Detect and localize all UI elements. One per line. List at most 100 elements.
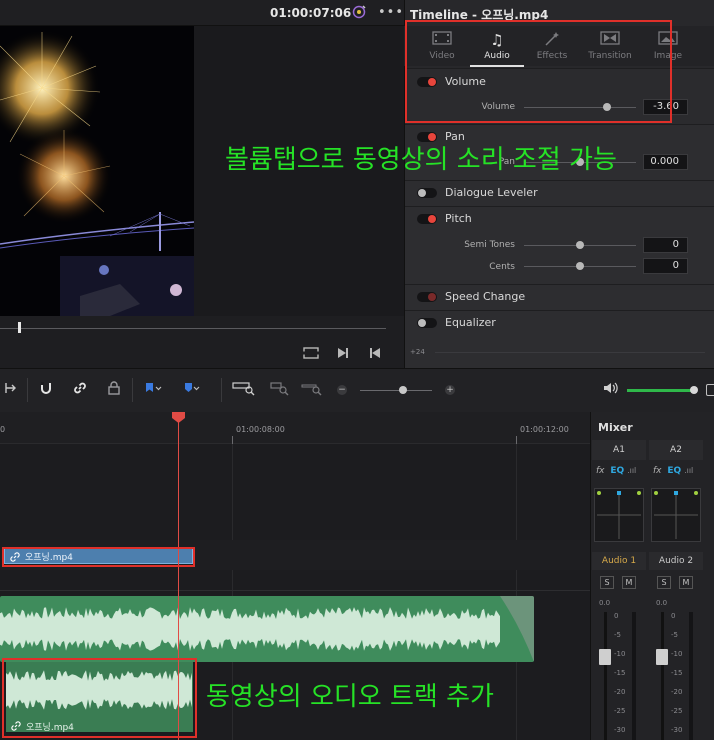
play-next-icon[interactable] — [334, 346, 352, 362]
fader-scale-label: -20 — [614, 688, 626, 696]
channel-a1-meter — [632, 612, 636, 740]
meter-icon[interactable] — [706, 384, 714, 396]
snapping-icon[interactable] — [35, 380, 57, 400]
channel-a2-fx-row[interactable]: fx EQ .ııl — [653, 466, 707, 486]
grid-line — [516, 444, 517, 740]
channel-a1-header: A1 — [592, 440, 646, 460]
fader-scale-label: -25 — [614, 707, 626, 715]
audio-clip-highlight-box — [2, 658, 197, 738]
pitch-toggle[interactable] — [417, 214, 437, 224]
eq-label[interactable]: EQ — [610, 466, 624, 476]
channel-a1-level: 0.0 — [599, 599, 611, 607]
fader-scale-label: -15 — [671, 669, 683, 677]
semi-tones-label: Semi Tones — [464, 240, 515, 250]
fader-scale-label: -30 — [614, 726, 626, 734]
flag-blue-icon[interactable] — [180, 380, 202, 400]
fader-scale-label: -5 — [614, 631, 621, 639]
fader-scale-label: -20 — [671, 688, 683, 696]
channel-a2-fader-knob[interactable] — [656, 649, 668, 665]
video-preview — [0, 26, 194, 316]
scrub-track — [0, 328, 386, 329]
toolbar-divider — [132, 378, 133, 402]
timeline-annotation: 동영상의 오디오 트랙 추가 — [206, 682, 494, 712]
channel-a1-mute-button[interactable]: M — [622, 576, 636, 589]
channel-a1-fader-track[interactable] — [604, 612, 607, 740]
ruler-tick — [516, 436, 517, 444]
zoom-in-icon[interactable]: + — [445, 385, 455, 395]
master-volume-track[interactable] — [627, 389, 695, 392]
channel-a2-meter — [689, 612, 693, 740]
channel-a1-solo-button[interactable]: S — [600, 576, 614, 589]
equalizer-label: Equalizer — [445, 316, 496, 329]
channel-a2-header: A2 — [649, 440, 703, 460]
zoom-slider-track[interactable] — [360, 390, 432, 391]
eq-label[interactable]: EQ — [667, 466, 681, 476]
dialogue-leveler-toggle[interactable] — [417, 188, 437, 198]
viewer-timecode: 01:00:07:06 — [270, 6, 352, 20]
more-icon[interactable]: ••• — [378, 4, 403, 22]
zoom-custom-icon[interactable] — [299, 380, 325, 400]
trim-tool-icon[interactable] — [0, 380, 22, 400]
color-picker-icon[interactable] — [350, 4, 368, 22]
cents-value-field[interactable]: 0 — [643, 258, 688, 274]
meter-bars-icon: .ııl — [627, 466, 637, 475]
channel-a1-pan-control[interactable] — [594, 488, 644, 542]
fader-scale-label: -10 — [671, 650, 683, 658]
channel-a2-solo-button[interactable]: S — [657, 576, 671, 589]
inspector-annotation: 볼륨탭으로 동영상의 소리 조절 가능 — [225, 145, 617, 175]
audio-clip-existing[interactable] — [0, 596, 534, 662]
marker-blue-icon[interactable] — [142, 380, 164, 400]
channel-a1-fader-knob[interactable] — [599, 649, 611, 665]
eq-scale-label: +24 — [410, 348, 425, 356]
ruler-tick — [232, 436, 233, 444]
zoom-full-icon[interactable] — [231, 380, 257, 400]
viewer-scrub-bar[interactable] — [0, 316, 404, 342]
speed-change-toggle[interactable] — [417, 292, 437, 302]
speed-change-label: Speed Change — [445, 290, 526, 303]
master-volume-knob[interactable] — [690, 386, 698, 394]
fader-scale-label: -15 — [614, 669, 626, 677]
cents-slider-knob[interactable] — [576, 262, 584, 270]
channel-a2-level: 0.0 — [656, 599, 668, 607]
fx-label[interactable]: fx — [596, 466, 605, 476]
scrub-handle[interactable] — [18, 322, 21, 333]
fader-scale-label: -5 — [671, 631, 678, 639]
fader-scale-label: 0 — [671, 612, 676, 620]
timeline-ruler[interactable] — [0, 412, 590, 444]
dialogue-leveler-label: Dialogue Leveler — [445, 186, 538, 199]
fx-label[interactable]: fx — [653, 466, 662, 476]
channel-a2-name[interactable]: Audio 2 — [649, 552, 703, 570]
channel-a2-mute-button[interactable]: M — [679, 576, 693, 589]
fader-scale-label: -25 — [671, 707, 683, 715]
zoom-detail-icon[interactable] — [266, 380, 292, 400]
eq-graph-line — [435, 352, 705, 353]
track-divider — [0, 590, 590, 591]
semi-tones-value-field[interactable]: 0 — [643, 237, 688, 253]
inspector-highlight-box — [405, 20, 672, 123]
previous-frame-icon[interactable] — [366, 346, 384, 362]
waveform — [0, 596, 534, 662]
channel-a2-fader-track[interactable] — [661, 612, 664, 740]
fader-scale-label: -30 — [671, 726, 683, 734]
mixer-title: Mixer — [598, 421, 633, 434]
toolbar-divider — [27, 378, 28, 402]
pitch-section-label: Pitch — [445, 212, 472, 225]
toolbar-divider — [221, 378, 222, 402]
channel-a2-pan-control[interactable] — [651, 488, 701, 542]
zoom-slider-knob[interactable] — [399, 386, 407, 394]
pan-value-field[interactable]: 0.000 — [643, 154, 688, 170]
ruler-label-0: 0 — [0, 425, 6, 434]
zoom-out-icon[interactable]: − — [337, 385, 347, 395]
loop-icon[interactable] — [302, 346, 320, 362]
semi-tones-slider-knob[interactable] — [576, 241, 584, 249]
ruler-label-2: 01:00:12:00 — [520, 425, 569, 434]
link-icon[interactable] — [69, 380, 91, 400]
fader-scale-label: 0 — [614, 612, 619, 620]
meter-bars-icon: .ııl — [684, 466, 694, 475]
lock-icon[interactable] — [103, 380, 125, 400]
speaker-icon[interactable] — [600, 380, 622, 400]
video-clip-highlight-box — [2, 547, 195, 567]
channel-a1-fx-row[interactable]: fx EQ .ııl — [596, 466, 650, 486]
channel-a1-name[interactable]: Audio 1 — [592, 552, 646, 570]
equalizer-toggle[interactable] — [417, 318, 437, 328]
